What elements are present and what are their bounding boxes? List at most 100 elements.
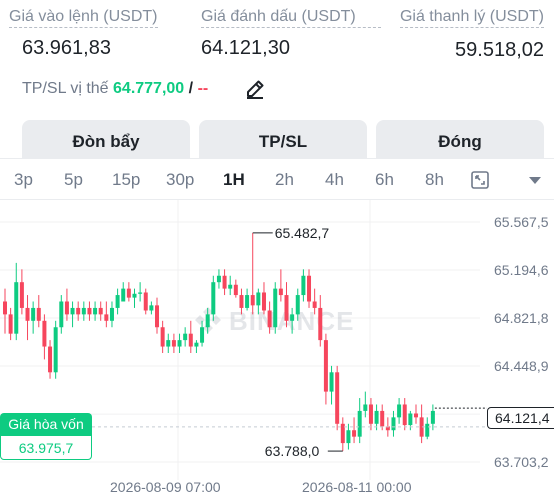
candle[interactable] xyxy=(346,423,351,450)
candle[interactable] xyxy=(183,327,188,347)
candle[interactable] xyxy=(19,269,24,315)
entry-price-label[interactable]: Giá vào lệnh (USDT) xyxy=(9,8,158,28)
candle[interactable] xyxy=(109,301,114,328)
candle[interactable] xyxy=(104,301,109,328)
candle[interactable] xyxy=(132,288,137,308)
candle[interactable] xyxy=(155,297,160,334)
candle[interactable] xyxy=(397,398,402,424)
y-tick-label: 64.821,8 xyxy=(494,310,549,326)
mark-price-value: 64.121,30 xyxy=(201,37,290,59)
candle[interactable] xyxy=(374,404,379,431)
candle[interactable] xyxy=(194,340,199,353)
candle[interactable] xyxy=(363,391,368,418)
y-axis: 65.567,565.194,664.821,864.448,964.075,2… xyxy=(494,214,549,470)
candle[interactable] xyxy=(8,307,13,341)
candle[interactable] xyxy=(245,288,250,311)
candle[interactable] xyxy=(284,282,289,328)
candle[interactable] xyxy=(64,288,69,321)
candle[interactable] xyxy=(357,398,362,444)
candle[interactable] xyxy=(25,295,30,341)
candle[interactable] xyxy=(143,288,148,315)
candle[interactable] xyxy=(59,295,64,334)
candle[interactable] xyxy=(3,288,7,334)
candle[interactable] xyxy=(391,410,396,437)
candle[interactable] xyxy=(228,275,233,296)
candle[interactable] xyxy=(430,404,435,431)
pencil-icon[interactable] xyxy=(245,79,265,99)
y-tick-label: 65.567,5 xyxy=(494,214,549,230)
candle[interactable] xyxy=(233,279,238,298)
candle[interactable] xyxy=(121,282,126,302)
candle[interactable] xyxy=(211,275,216,321)
candle[interactable] xyxy=(36,295,41,328)
x-axis: 2026-08-09 07:00 2026-08-11 00:00 xyxy=(110,479,412,495)
current-price-tag[interactable]: 64.121,4 xyxy=(487,407,554,429)
tpsl-label: TP/SL vị thế xyxy=(22,80,109,97)
candle[interactable] xyxy=(402,398,407,431)
candle[interactable] xyxy=(138,282,143,302)
interval-8h[interactable]: 8h xyxy=(425,170,444,190)
y-tick-label: 63.703,2 xyxy=(494,454,549,470)
y-tick-label: 65.194,6 xyxy=(494,262,549,278)
stop-loss-value: -- xyxy=(197,80,209,97)
position-tpsl: TP/SL vị thế 64.777,00 / -- xyxy=(22,80,208,98)
candle[interactable] xyxy=(278,269,283,302)
candle[interactable] xyxy=(171,333,176,353)
candle[interactable] xyxy=(188,320,193,353)
interval-2h[interactable]: 2h xyxy=(275,170,294,190)
y-tick-label: 64.448,9 xyxy=(494,358,549,374)
interval-30p[interactable]: 30p xyxy=(166,170,194,190)
candle[interactable] xyxy=(413,404,418,424)
liquidation-price-value: 59.518,02 xyxy=(455,39,544,61)
candle[interactable] xyxy=(31,301,36,334)
x-tick-label: 2026-08-09 07:00 xyxy=(110,479,221,495)
tpsl-separator: / xyxy=(188,80,194,97)
candle[interactable] xyxy=(307,269,312,308)
dropdown-arrow-icon[interactable] xyxy=(528,175,542,185)
candle[interactable] xyxy=(115,288,120,315)
interval-5p[interactable]: 5p xyxy=(64,170,83,190)
candle[interactable] xyxy=(126,282,131,302)
candle[interactable] xyxy=(42,314,47,360)
breakeven-tag: Giá hòa vốn 63.975,7 xyxy=(0,413,92,462)
candle[interactable] xyxy=(340,417,345,452)
candle[interactable] xyxy=(301,269,306,302)
candle[interactable] xyxy=(318,295,323,347)
candle[interactable] xyxy=(14,262,19,341)
candle[interactable] xyxy=(222,269,227,296)
candle[interactable] xyxy=(419,404,424,444)
entry-price-value: 63.961,83 xyxy=(22,37,111,59)
interval-6h[interactable]: 6h xyxy=(375,170,394,190)
candle[interactable] xyxy=(53,320,58,379)
candle[interactable] xyxy=(323,333,328,405)
breakeven-value: 63.975,7 xyxy=(0,435,92,460)
interval-4h[interactable]: 4h xyxy=(325,170,344,190)
candle[interactable] xyxy=(425,417,430,440)
take-profit-value: 64.777,00 xyxy=(113,80,185,97)
mark-price-label[interactable]: Giá đánh dấu (USDT) xyxy=(201,8,381,28)
candle[interactable] xyxy=(380,404,385,431)
interval-1h[interactable]: 1H xyxy=(223,170,245,190)
candle[interactable] xyxy=(200,320,205,347)
candle[interactable] xyxy=(70,301,75,328)
candle[interactable] xyxy=(216,269,221,289)
low-price-label: 63.788,0 xyxy=(265,443,320,459)
liquidation-price-label[interactable]: Giá thanh lý (USDT) xyxy=(399,8,544,28)
breakeven-label: Giá hòa vốn xyxy=(0,413,92,435)
high-price-label: 65.482,7 xyxy=(275,225,330,241)
candle[interactable] xyxy=(149,301,154,315)
candle[interactable] xyxy=(273,282,278,334)
candle[interactable] xyxy=(48,340,53,379)
candle[interactable] xyxy=(335,365,340,431)
candle[interactable] xyxy=(352,417,357,444)
candle[interactable] xyxy=(261,282,266,315)
x-tick-label: 2026-08-11 00:00 xyxy=(302,479,412,495)
candle[interactable] xyxy=(160,320,165,353)
interval-15p[interactable]: 15p xyxy=(112,170,140,190)
expand-icon[interactable] xyxy=(470,170,490,190)
candle[interactable] xyxy=(250,232,255,315)
candle[interactable] xyxy=(329,365,334,405)
candle[interactable] xyxy=(166,333,171,353)
interval-3p[interactable]: 3p xyxy=(14,170,33,190)
interval-bar: 3p 5p 15p 30p 1H 2h 4h 6h 8h xyxy=(0,158,554,201)
